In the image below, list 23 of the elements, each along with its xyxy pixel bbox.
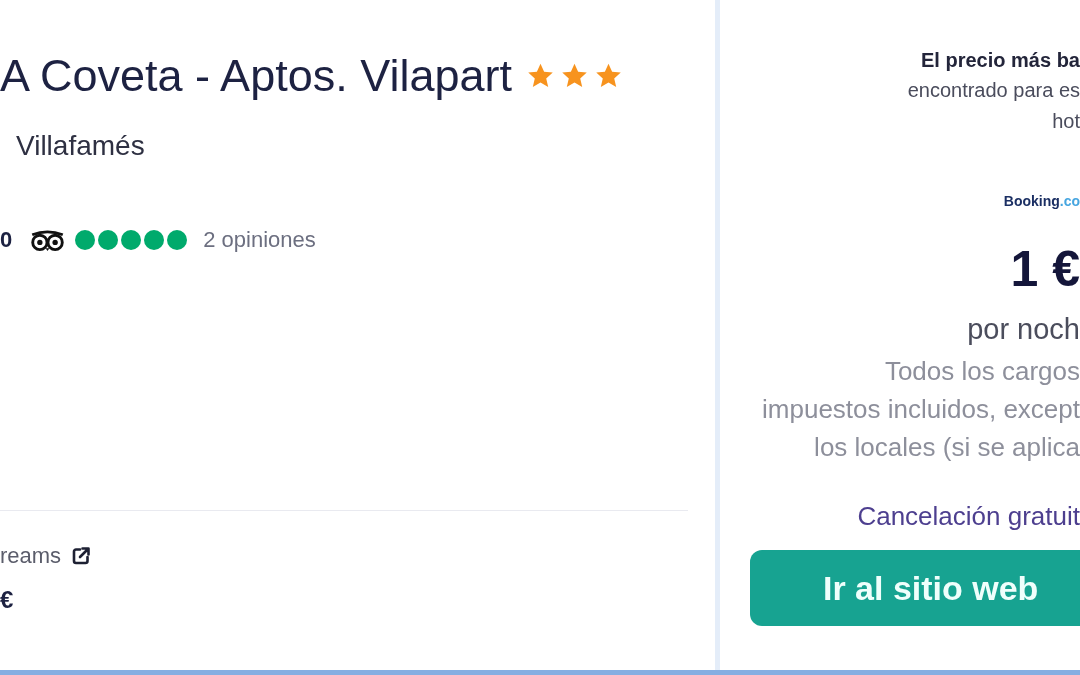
external-link-icon bbox=[71, 546, 92, 566]
rating-bubble-icon bbox=[98, 230, 119, 250]
lowest-price-note: encontrado para es bbox=[907, 78, 1080, 103]
rating-bubble-icon bbox=[75, 230, 96, 250]
rating-score: 0 bbox=[0, 226, 13, 254]
provider-link[interactable]: reams bbox=[0, 542, 92, 570]
price: 1 € bbox=[1010, 241, 1080, 297]
owl-icon bbox=[30, 229, 66, 251]
rating-bubble-icon bbox=[121, 230, 142, 250]
price-unit: por noch bbox=[967, 313, 1080, 345]
tax-note: Todos los cargos bbox=[884, 355, 1080, 388]
provider-logo: Booking.co bbox=[1003, 192, 1080, 211]
hotel-location: Villafamés bbox=[16, 131, 145, 161]
review-count: 2 opiniones bbox=[203, 226, 316, 254]
hotel-name: A Coveta - Aptos. Vilapart bbox=[0, 50, 512, 102]
lowest-price-note: hot bbox=[1052, 109, 1080, 134]
rating-bubble-icon bbox=[144, 230, 165, 250]
deal-price: € bbox=[0, 585, 14, 615]
rating-bubble-icon bbox=[167, 230, 188, 250]
lowest-price-title: El precio más ba bbox=[921, 48, 1080, 73]
cancellation-note: Cancelación gratuit bbox=[857, 501, 1080, 531]
tax-note: impuestos incluidos, except bbox=[762, 393, 1080, 426]
tax-note: los locales (si se aplica bbox=[814, 431, 1080, 464]
